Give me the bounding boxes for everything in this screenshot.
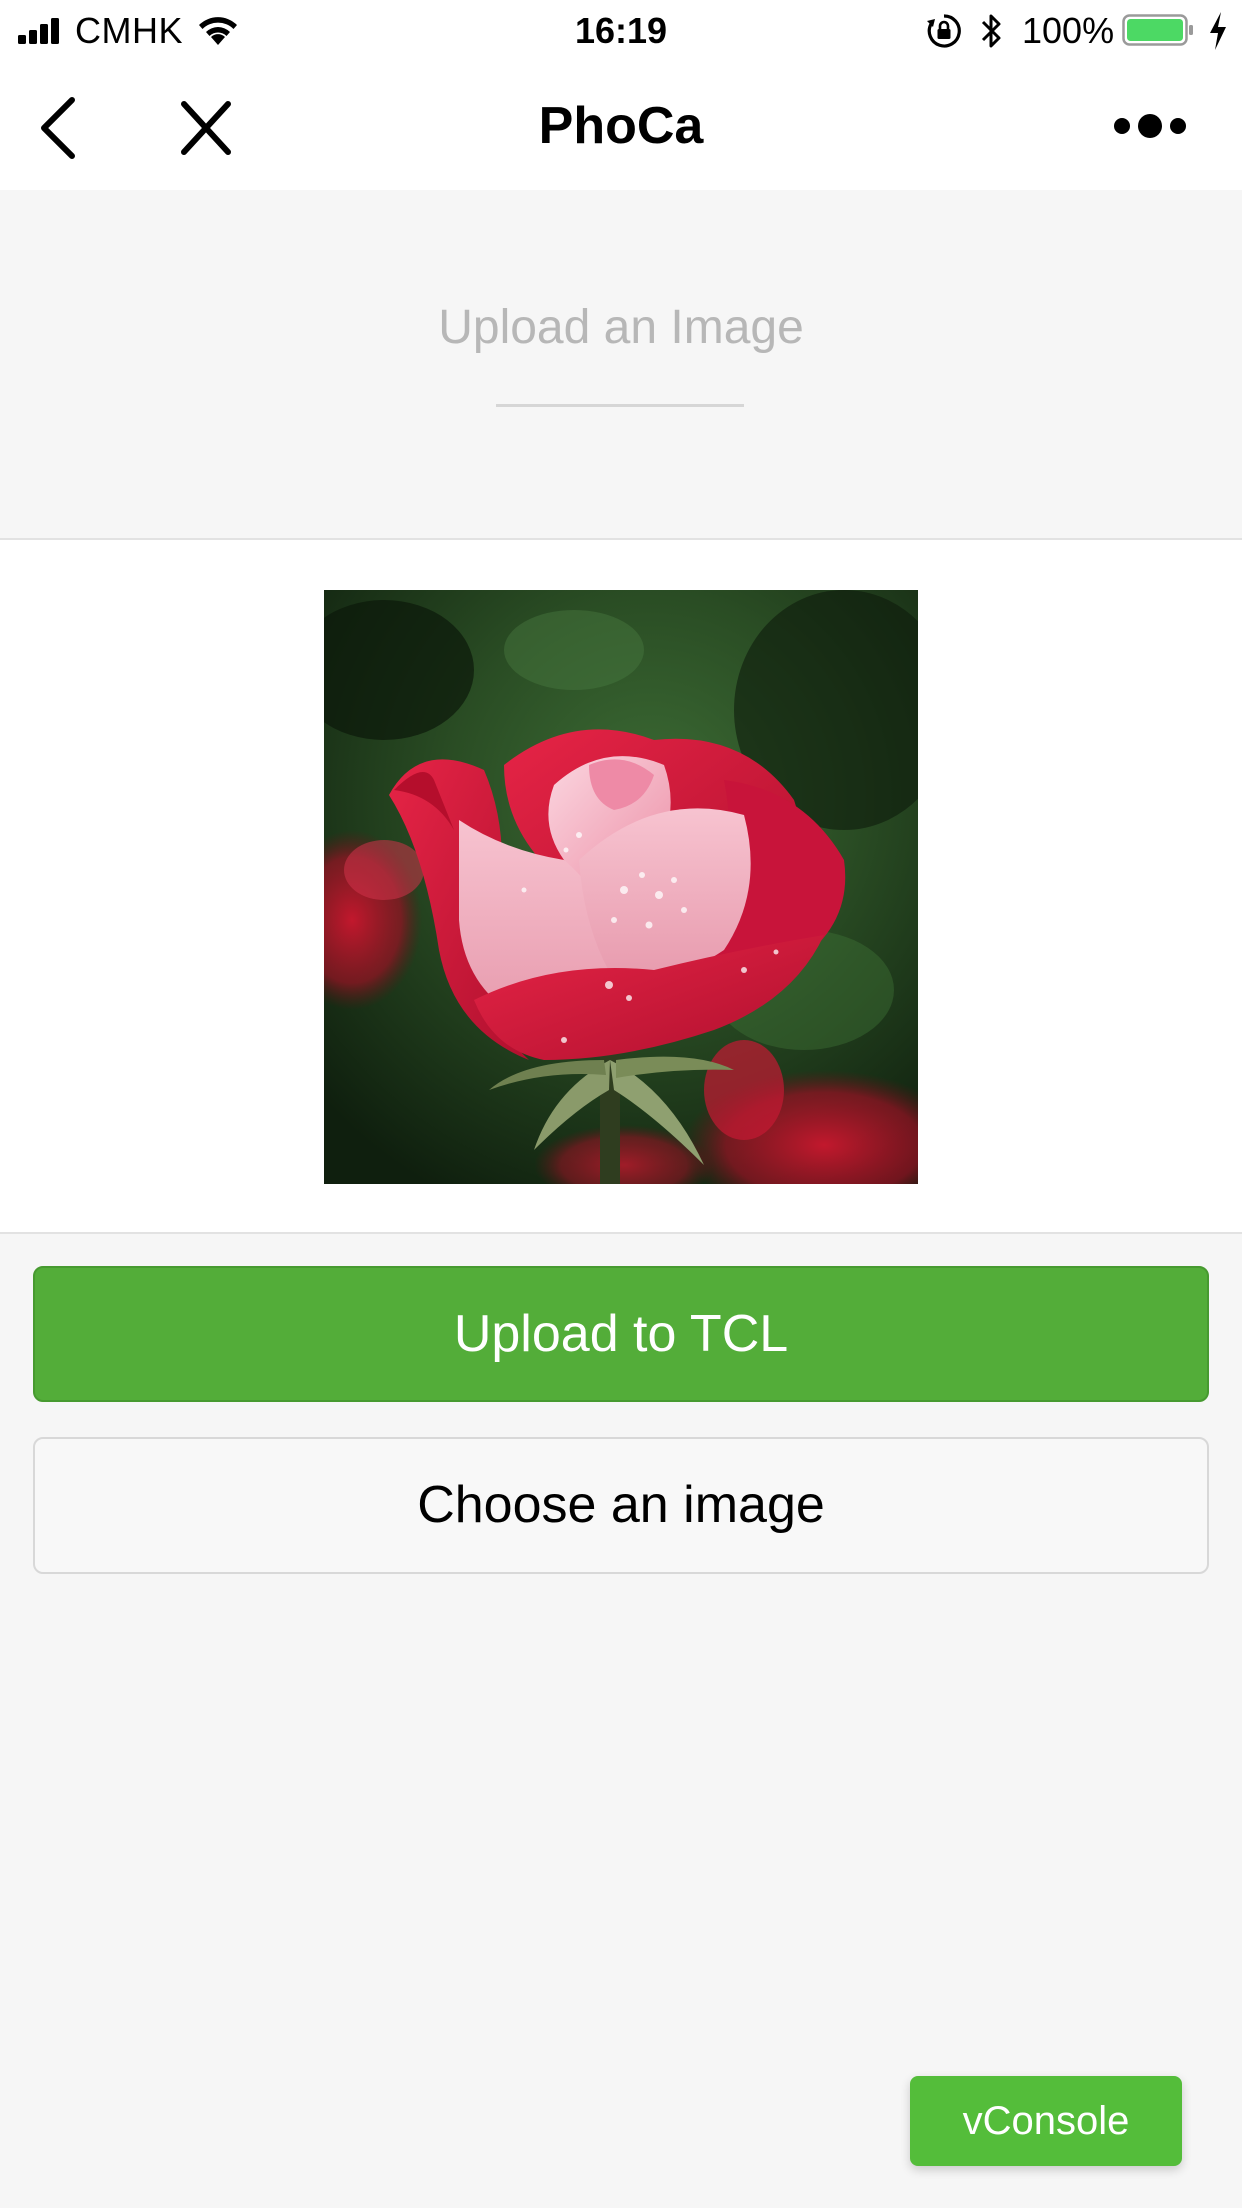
image-preview	[324, 590, 918, 1184]
title-underline	[496, 404, 744, 407]
upload-button[interactable]: Upload to TCL	[33, 1266, 1209, 1402]
battery-percent: 100%	[1022, 10, 1115, 51]
vconsole-button[interactable]: vConsole	[910, 2076, 1182, 2166]
more-icon[interactable]	[1112, 106, 1188, 146]
page: CMHK 16:19 100% PhoCa Upload an Image Up…	[0, 0, 1242, 2208]
image-preview-panel	[0, 540, 1242, 1234]
orientation-lock-icon	[927, 14, 961, 48]
page-title: PhoCa	[538, 97, 704, 155]
rose-image	[324, 590, 918, 1184]
nav-bar: PhoCa	[0, 62, 1242, 190]
bluetooth-icon	[981, 14, 1001, 48]
battery-icon	[1122, 14, 1193, 46]
upload-header: Upload an Image	[0, 190, 1242, 540]
charging-icon	[1210, 12, 1226, 50]
status-bar: CMHK 16:19 100%	[0, 0, 1242, 62]
choose-image-button[interactable]: Choose an image	[33, 1437, 1209, 1574]
upload-title: Upload an Image	[438, 301, 804, 354]
